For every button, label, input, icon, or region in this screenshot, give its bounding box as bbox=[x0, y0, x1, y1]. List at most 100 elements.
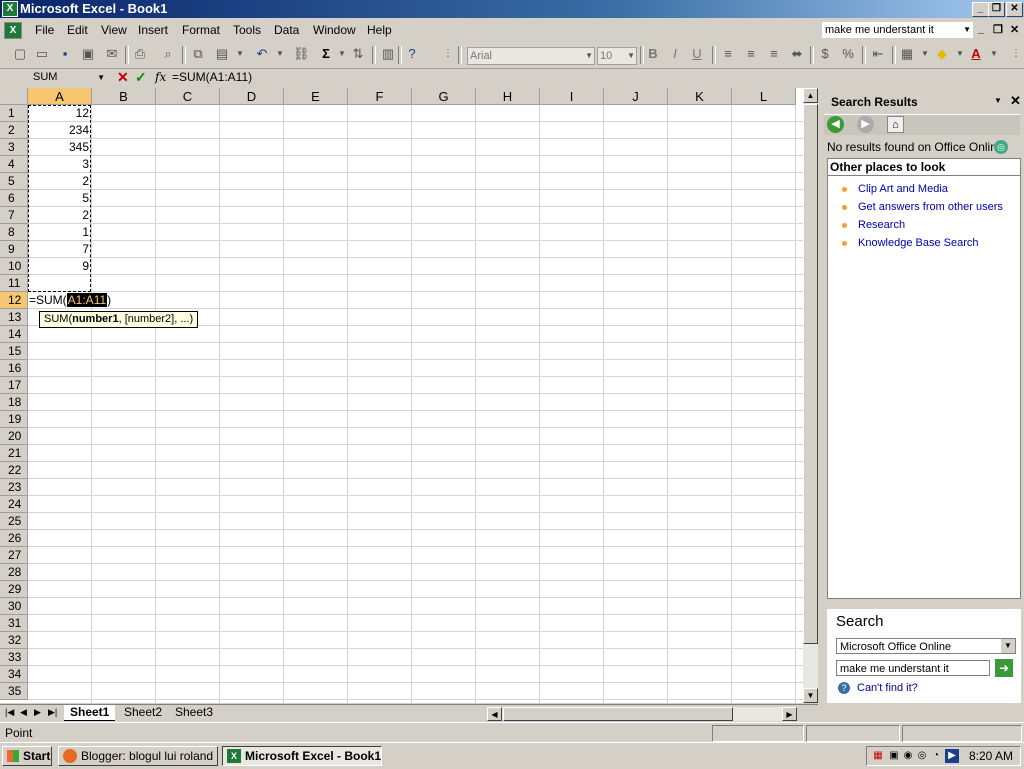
font-name-select[interactable]: Arial ▼ bbox=[467, 47, 595, 65]
column-header-h[interactable]: H bbox=[476, 88, 540, 105]
copy-icon[interactable]: ⧉ bbox=[190, 46, 206, 62]
chevron-down-icon[interactable]: ▼ bbox=[97, 70, 105, 85]
horizontal-scrollbar[interactable]: ◀ ▶ bbox=[487, 707, 797, 721]
row-header-29[interactable]: 29 bbox=[0, 581, 28, 598]
tooltip-fn[interactable]: SUM( bbox=[44, 313, 72, 325]
currency-icon[interactable]: $ bbox=[817, 46, 833, 62]
row-header-14[interactable]: 14 bbox=[0, 326, 28, 343]
column-header-c[interactable]: C bbox=[156, 88, 220, 105]
workbook-icon[interactable]: X bbox=[4, 22, 22, 39]
autosum-dropdown-icon[interactable]: ▼ bbox=[334, 46, 350, 62]
ask-question-box[interactable]: make me understant it ▼ bbox=[822, 22, 973, 38]
borders-dropdown-icon[interactable]: ▼ bbox=[917, 46, 933, 62]
align-left-icon[interactable]: ≡ bbox=[720, 46, 736, 62]
row-header-34[interactable]: 34 bbox=[0, 666, 28, 683]
row-header-15[interactable]: 15 bbox=[0, 343, 28, 360]
scroll-down-icon[interactable]: ▼ bbox=[803, 688, 818, 703]
new-icon[interactable]: ▢ bbox=[12, 46, 28, 62]
save-icon[interactable]: ▪ bbox=[57, 46, 73, 62]
tray-media-icon[interactable]: ▶ bbox=[945, 749, 959, 763]
research-icon[interactable]: ⌕ bbox=[160, 46, 176, 62]
paste-icon[interactable]: ▤ bbox=[214, 46, 230, 62]
autosum-icon[interactable]: Σ bbox=[318, 46, 334, 62]
column-header-a[interactable]: A bbox=[28, 88, 92, 105]
chevron-down-icon[interactable]: ▼ bbox=[963, 22, 971, 38]
tray-volume-icon[interactable]: ◉ bbox=[901, 749, 915, 763]
row-header-6[interactable]: 6 bbox=[0, 190, 28, 207]
home-icon[interactable]: ⌂ bbox=[887, 116, 904, 133]
link-clip-art[interactable]: Clip Art and Media bbox=[858, 183, 948, 195]
tray-network-icon[interactable]: ▣ bbox=[887, 749, 901, 763]
row-header-24[interactable]: 24 bbox=[0, 496, 28, 513]
menu-view[interactable]: View bbox=[101, 23, 127, 37]
toolbar-options-icon[interactable]: ⋮ bbox=[1008, 46, 1024, 62]
row-header-33[interactable]: 33 bbox=[0, 649, 28, 666]
percent-icon[interactable]: % bbox=[840, 46, 856, 62]
excel-app-icon[interactable]: X bbox=[2, 1, 18, 17]
row-header-19[interactable]: 19 bbox=[0, 411, 28, 428]
tab-sheet2[interactable]: Sheet2 bbox=[118, 705, 168, 720]
column-header-b[interactable]: B bbox=[92, 88, 156, 105]
worksheet-grid[interactable]: ABCDEFGHIJKL 1 2 3 4 5 6 7 8 9 10 11 12 13 14 15 16 17 18… bbox=[0, 88, 818, 703]
tab-sheet3[interactable]: Sheet3 bbox=[169, 705, 219, 720]
paste-dropdown-icon[interactable]: ▼ bbox=[232, 46, 248, 62]
sort-icon[interactable]: ⇅ bbox=[350, 46, 366, 62]
tray-display-icon[interactable]: ◎ bbox=[915, 749, 929, 763]
row-header-25[interactable]: 25 bbox=[0, 513, 28, 530]
enter-icon[interactable]: ✓ bbox=[135, 69, 147, 85]
row-header-21[interactable]: 21 bbox=[0, 445, 28, 462]
menu-data[interactable]: Data bbox=[274, 23, 299, 37]
scroll-up-icon[interactable]: ▲ bbox=[803, 88, 818, 103]
vertical-scroll-thumb[interactable] bbox=[803, 104, 818, 644]
back-icon[interactable]: ◀ bbox=[827, 116, 844, 133]
print-icon[interactable]: ⎙ bbox=[132, 46, 148, 62]
doc-restore-button[interactable]: ❐ bbox=[993, 23, 1003, 36]
column-header-l[interactable]: L bbox=[732, 88, 796, 105]
name-box[interactable]: SUM ▼ bbox=[3, 70, 107, 85]
row-header-13[interactable]: 13 bbox=[0, 309, 28, 326]
chevron-down-icon[interactable]: ▼ bbox=[1001, 639, 1015, 653]
column-header-j[interactable]: J bbox=[604, 88, 668, 105]
first-sheet-icon[interactable]: |◀ bbox=[5, 707, 14, 718]
row-header-16[interactable]: 16 bbox=[0, 360, 28, 377]
row-header-2[interactable]: 2 bbox=[0, 122, 28, 139]
row-header-7[interactable]: 7 bbox=[0, 207, 28, 224]
open-icon[interactable]: ▭ bbox=[34, 46, 50, 62]
permission-icon[interactable]: ▣ bbox=[80, 46, 96, 62]
function-tooltip[interactable]: SUM(number1, [number2], ...) bbox=[39, 311, 199, 328]
tab-sheet1[interactable]: Sheet1 bbox=[64, 705, 116, 721]
menu-tools[interactable]: Tools bbox=[233, 23, 261, 37]
row-header-20[interactable]: 20 bbox=[0, 428, 28, 445]
undo-dropdown-icon[interactable]: ▼ bbox=[272, 46, 288, 62]
column-header-e[interactable]: E bbox=[284, 88, 348, 105]
formula-input[interactable]: =SUM(A1:A11) bbox=[172, 70, 252, 85]
column-header-k[interactable]: K bbox=[668, 88, 732, 105]
cancel-icon[interactable]: ✕ bbox=[117, 69, 129, 85]
underline-icon[interactable]: U bbox=[689, 46, 705, 62]
start-button[interactable]: Start bbox=[2, 746, 52, 766]
menu-insert[interactable]: Insert bbox=[138, 23, 168, 37]
row-header-27[interactable]: 27 bbox=[0, 547, 28, 564]
row-header-10[interactable]: 10 bbox=[0, 258, 28, 275]
italic-icon[interactable]: I bbox=[667, 46, 683, 62]
row-header-1[interactable]: 1 bbox=[0, 105, 28, 122]
row-header-31[interactable]: 31 bbox=[0, 615, 28, 632]
row-header-32[interactable]: 32 bbox=[0, 632, 28, 649]
search-query-input[interactable]: make me understant it bbox=[836, 660, 990, 676]
cell-a12-editing[interactable]: =SUM(A1:A11) bbox=[29, 292, 111, 309]
link-research[interactable]: Research bbox=[858, 219, 905, 231]
align-right-icon[interactable]: ≡ bbox=[766, 46, 782, 62]
fill-color-icon[interactable]: ◆ bbox=[934, 46, 950, 62]
scroll-left-icon[interactable]: ◀ bbox=[487, 707, 502, 721]
link-knowledge-base[interactable]: Knowledge Base Search bbox=[858, 237, 978, 249]
fill-color-dropdown-icon[interactable]: ▼ bbox=[952, 46, 968, 62]
font-size-select[interactable]: 10 ▼ bbox=[597, 47, 637, 65]
row-header-4[interactable]: 4 bbox=[0, 156, 28, 173]
row-header-35[interactable]: 35 bbox=[0, 683, 28, 700]
chart-wizard-icon[interactable]: ▥ bbox=[380, 46, 396, 62]
help-icon[interactable]: ? bbox=[404, 46, 420, 62]
chevron-down-icon[interactable]: ▼ bbox=[994, 96, 1002, 105]
row-header-11[interactable]: 11 bbox=[0, 275, 28, 292]
close-icon[interactable]: ✕ bbox=[1010, 93, 1021, 109]
taskbar-item-firefox[interactable]: Blogger: blogul lui roland ... bbox=[58, 746, 218, 766]
